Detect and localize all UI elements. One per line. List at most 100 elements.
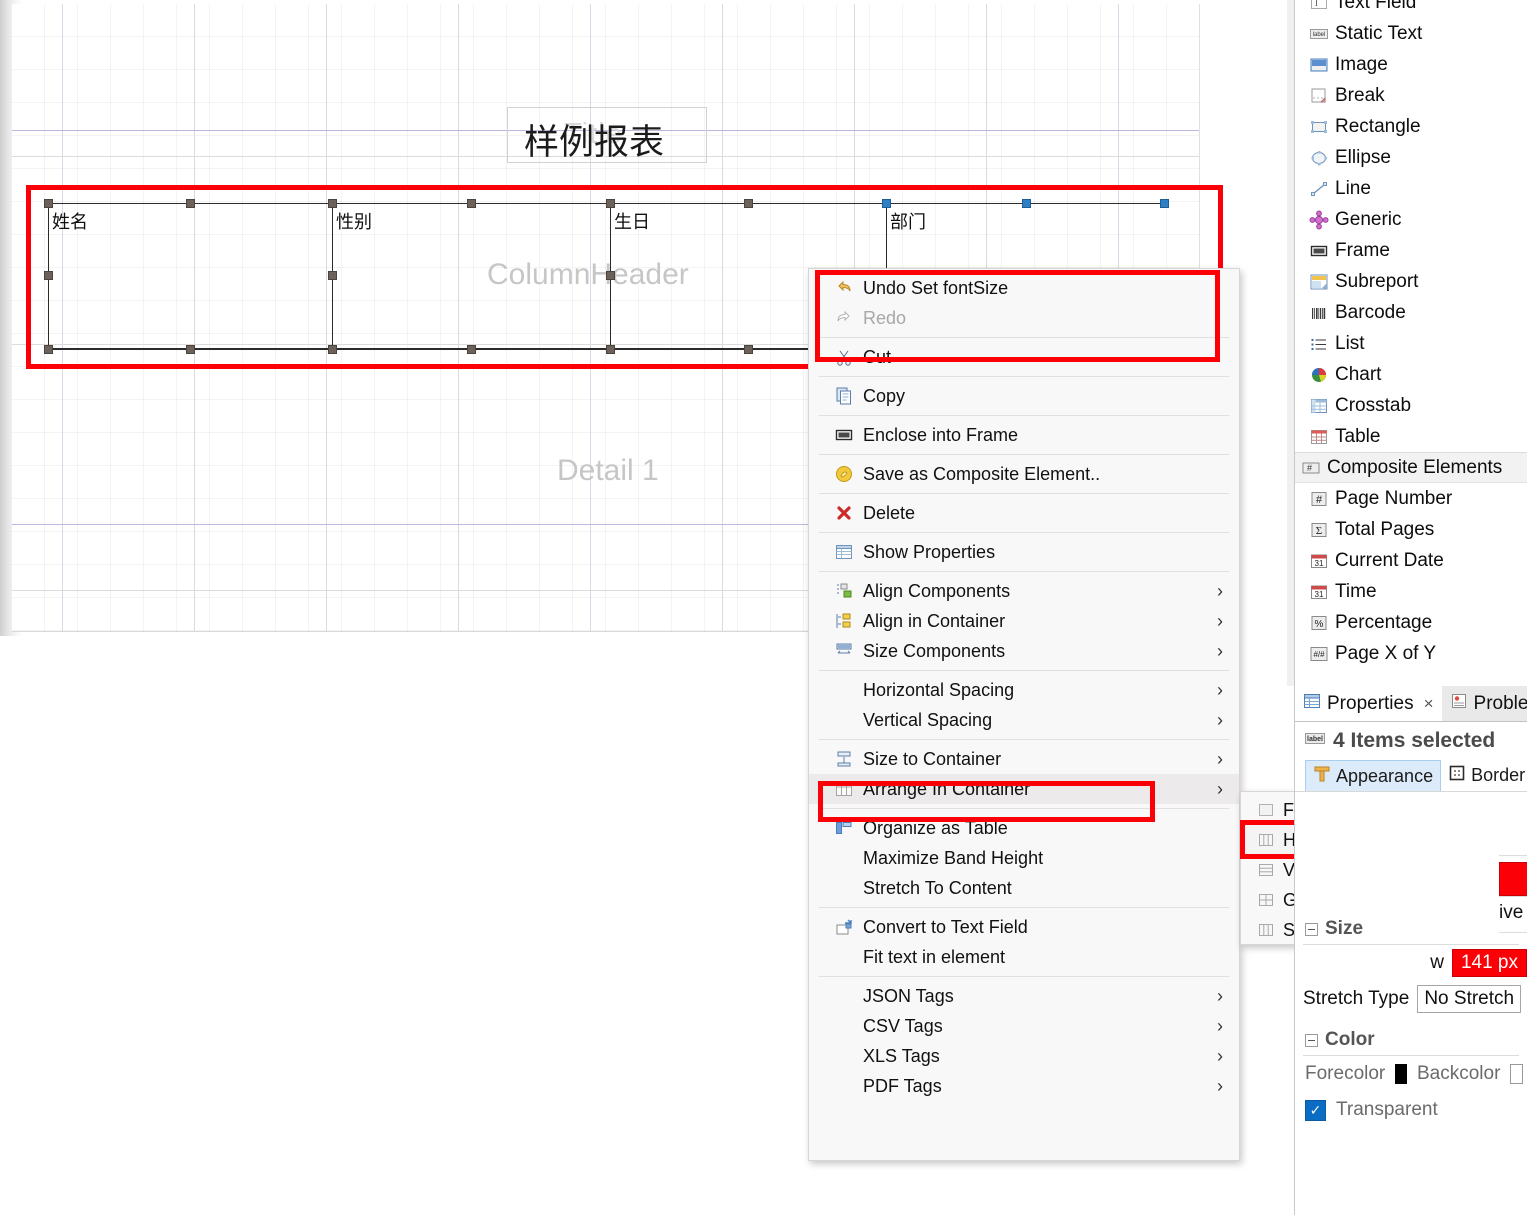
menu-item-label: Organize as Table [863, 818, 1215, 839]
transparent-checkbox[interactable]: ✓ [1305, 1100, 1326, 1121]
tab-properties[interactable]: Properties × [1295, 686, 1442, 721]
resize-handle-n-2[interactable] [467, 199, 476, 208]
canvas-context-menu[interactable]: Undo Set fontSizeRedoCutCopyEnclose into… [808, 268, 1240, 1161]
menu-item-align-in-container[interactable]: Align in Container› [809, 606, 1239, 636]
resize-handle-nw-2[interactable] [328, 199, 337, 208]
menu-item-undo-set-fontsize[interactable]: Undo Set fontSize [809, 273, 1239, 303]
resize-handle-sw-1[interactable] [44, 345, 53, 354]
palette-item-list[interactable]: List [1295, 328, 1527, 359]
tab-problems[interactable]: Problem [1442, 686, 1527, 721]
forecolor-label: Forecolor [1305, 1063, 1385, 1085]
menu-item-pdf-tags[interactable]: PDF Tags› [809, 1071, 1239, 1101]
palette-item-chart[interactable]: Chart [1295, 359, 1527, 390]
menu-item-cut[interactable]: Cut [809, 342, 1239, 372]
menu-item-csv-tags[interactable]: CSV Tags› [809, 1011, 1239, 1041]
palette-item-label: Chart [1335, 364, 1381, 386]
divider [1499, 896, 1527, 897]
row-transparent[interactable]: ✓ Transparent [1295, 1092, 1527, 1128]
palette-item-table[interactable]: Table [1295, 421, 1527, 452]
palette-item-break[interactable]: Break [1295, 80, 1527, 111]
resize-handle-n-4[interactable] [1022, 199, 1031, 208]
resize-handle-s-2[interactable] [467, 345, 476, 354]
palette-panel[interactable]: IText FieldlabelStatic TextImageBreakRec… [1294, 0, 1527, 686]
menu-item-show-properties[interactable]: Show Properties [809, 537, 1239, 567]
menu-item-save-as-composite-element[interactable]: Save as Composite Element.. [809, 459, 1239, 489]
menu-item-stretch-to-content[interactable]: Stretch To Content [809, 873, 1239, 903]
resize-handle-n-3[interactable] [744, 199, 753, 208]
palette-item-crosstab[interactable]: Crosstab [1295, 390, 1527, 421]
resize-handle-nw-4[interactable] [882, 199, 891, 208]
chevron-right-icon: › [1217, 681, 1223, 699]
menu-item-json-tags[interactable]: JSON Tags› [809, 981, 1239, 1011]
backcolor-swatch[interactable] [1510, 1064, 1523, 1084]
sub-tab-border[interactable]: Border [1441, 760, 1527, 791]
close-icon[interactable]: × [1424, 694, 1434, 714]
menu-item-horizontal-spacing[interactable]: Horizontal Spacing› [809, 675, 1239, 705]
menu-item-fit-text-in-element[interactable]: Fit text in element [809, 942, 1239, 972]
stretch-type-value[interactable]: No Stretch [1417, 985, 1521, 1013]
palette-item-subreport[interactable]: Subreport [1295, 266, 1527, 297]
palette-item-rectangle[interactable]: Rectangle [1295, 111, 1527, 142]
palette-item-static-text[interactable]: labelStatic Text [1295, 18, 1527, 49]
column-field-gender[interactable]: 性别 [332, 203, 610, 349]
menu-item-organize-as-table[interactable]: Organize as Table [809, 813, 1239, 843]
menu-item-vertical-spacing[interactable]: Vertical Spacing› [809, 705, 1239, 735]
row-stretch-type[interactable]: Stretch Type No Stretch [1295, 981, 1527, 1017]
menu-item-maximize-band-height[interactable]: Maximize Band Height [809, 843, 1239, 873]
section-color[interactable]: Color [1295, 1025, 1527, 1055]
sub-tab-appearance[interactable]: Appearance [1305, 760, 1441, 791]
menu-item-copy[interactable]: Copy [809, 381, 1239, 411]
forecolor-swatch[interactable] [1395, 1064, 1407, 1084]
title-text-element[interactable]: Title 样例报表 [507, 107, 707, 163]
collapse-icon[interactable] [1305, 1034, 1318, 1047]
palette-item-line[interactable]: Line [1295, 173, 1527, 204]
palette-item-percentage[interactable]: %Percentage [1295, 607, 1527, 638]
resize-handle-w-1[interactable] [44, 271, 53, 280]
menu-item-xls-tags[interactable]: XLS Tags› [809, 1041, 1239, 1071]
menu-item-delete[interactable]: Delete [809, 498, 1239, 528]
resize-handle-w-2[interactable] [328, 271, 337, 280]
palette-item-page-number[interactable]: #Page Number [1295, 483, 1527, 514]
palette-item-frame[interactable]: Frame [1295, 235, 1527, 266]
menu-separator [819, 739, 1229, 740]
width-value[interactable]: 141 px [1452, 949, 1527, 977]
menu-separator [819, 976, 1229, 977]
resize-handle-nw-3[interactable] [606, 199, 615, 208]
section-size[interactable]: Size [1295, 914, 1527, 944]
palette-item-ellipse[interactable]: Ellipse [1295, 142, 1527, 173]
spreadsheet-layout-icon [1249, 920, 1283, 940]
palette-item-time[interactable]: 31Time [1295, 576, 1527, 607]
palette-item-total-pages[interactable]: ΣTotal Pages [1295, 514, 1527, 545]
view-tab-bar[interactable]: Properties × Problem [1295, 686, 1527, 722]
palette-item-page-x-of-y[interactable]: #/#Page X of Y [1295, 638, 1527, 669]
properties-sub-tabs[interactable]: Appearance Border [1295, 760, 1527, 792]
menu-item-arrange-in-container[interactable]: Arrange In Container› [809, 774, 1239, 804]
palette-item-composite-elements[interactable]: #Composite Elements [1295, 452, 1527, 483]
resize-handle-sw-2[interactable] [328, 345, 337, 354]
menu-item-enclose-into-frame[interactable]: Enclose into Frame [809, 420, 1239, 450]
svg-text:31: 31 [1315, 559, 1324, 568]
column-field-name[interactable]: 姓名 [48, 203, 332, 349]
palette-item-current-date[interactable]: 31Current Date [1295, 545, 1527, 576]
menu-item-size-components[interactable]: Size Components› [809, 636, 1239, 666]
palette-item-barcode[interactable]: Barcode [1295, 297, 1527, 328]
resize-handle-nw-1[interactable] [44, 199, 53, 208]
row-colors[interactable]: Forecolor Backcolor [1295, 1056, 1527, 1092]
hidden-red-property-value[interactable] [1499, 862, 1527, 896]
palette-item-text-field[interactable]: IText Field [1295, 0, 1527, 18]
resize-handle-s-1[interactable] [186, 345, 195, 354]
resize-handle-ne-4[interactable] [1160, 199, 1169, 208]
resize-handle-w-3[interactable] [606, 271, 615, 280]
palette-item-image[interactable]: Image [1295, 49, 1527, 80]
menu-item-size-to-container[interactable]: Size to Container› [809, 744, 1239, 774]
palette-item-generic[interactable]: Generic [1295, 204, 1527, 235]
resize-handle-sw-3[interactable] [606, 345, 615, 354]
row-width[interactable]: w 141 px [1295, 945, 1527, 981]
menu-item-align-components[interactable]: Align Components› [809, 576, 1239, 606]
properties-view[interactable]: Properties × Problem la [1294, 686, 1527, 1215]
menu-item-convert-to-text-field[interactable]: Convert to Text Field [809, 912, 1239, 942]
collapse-icon[interactable] [1305, 923, 1318, 936]
resize-handle-n-1[interactable] [186, 199, 195, 208]
resize-handle-s-3[interactable] [744, 345, 753, 354]
free-layout-icon [1249, 800, 1283, 820]
